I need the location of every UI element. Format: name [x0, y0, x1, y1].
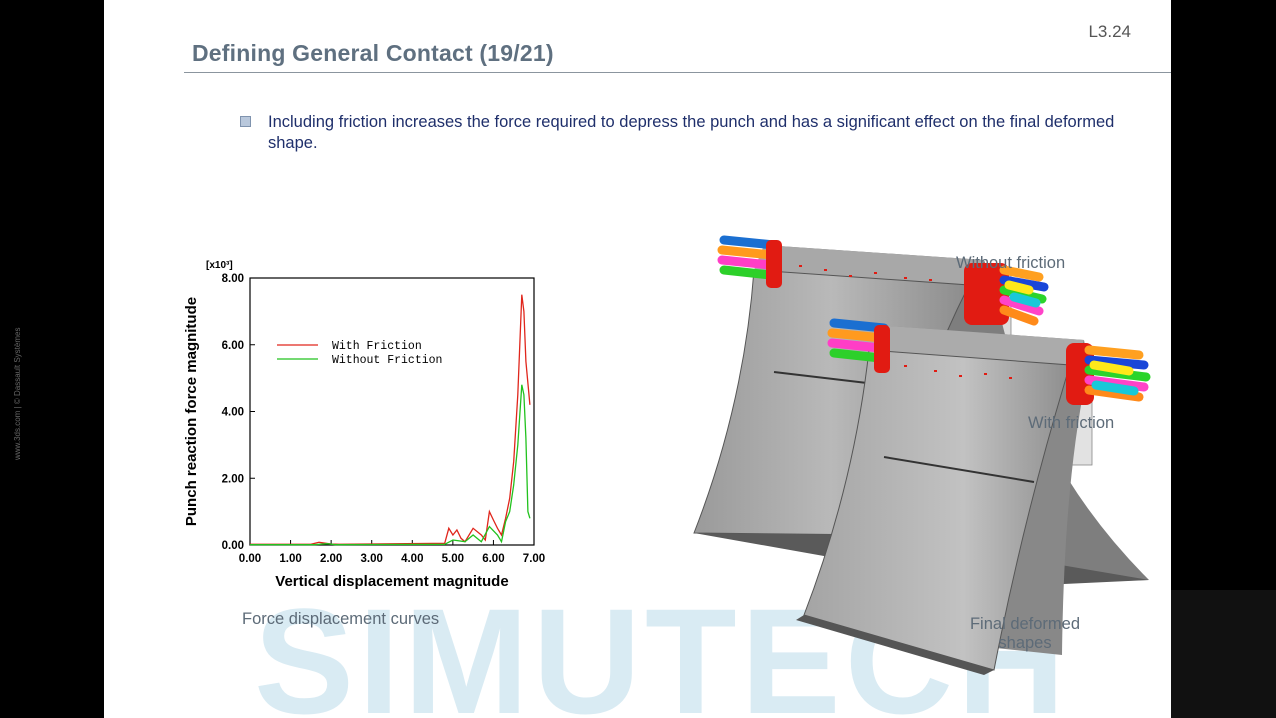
y-multiplier-label: [x10³]: [206, 260, 233, 271]
y-tick-label: 6.00: [222, 340, 244, 352]
slide-number: L3.24: [1088, 22, 1131, 41]
bullet-square-icon: [240, 116, 251, 127]
y-tick-label: 0.00: [222, 540, 244, 552]
caption-with-friction: With friction: [1028, 414, 1115, 432]
x-tick-label: 6.00: [482, 553, 504, 565]
force-displacement-chart: 0.00 1.00 2.00 3.00 4.00 5.00 6.00 7.00 0.00 2.00…: [183, 260, 545, 590]
x-tick-label: 3.00: [361, 553, 383, 565]
x-tick-label: 0.00: [239, 553, 261, 565]
x-tick-label: 4.00: [401, 553, 423, 565]
slide-title: Defining General Contact (19/21): [192, 40, 554, 66]
caption-final-shapes-line1: Final deformed: [969, 615, 1081, 633]
y-tick-label: 8.00: [222, 273, 244, 285]
title-divider: [184, 72, 1171, 73]
legend-label-1: With Friction: [332, 340, 422, 353]
caption-final-shapes: Final deformed shapes: [960, 615, 1090, 653]
y-tick-label: 4.00: [222, 407, 244, 419]
caption-force-curves: Force displacement curves: [242, 610, 440, 628]
bullet-text: Including friction increases the force r…: [268, 113, 1115, 152]
y-axis-label: Punch reaction force magnitude: [183, 297, 200, 526]
legend-label-2: Without Friction: [332, 354, 442, 367]
plot-frame: [249, 277, 535, 546]
x-tick-label: 1.00: [279, 553, 301, 565]
slide: SIMUTECH L3.24 Defining General Contact …: [104, 0, 1171, 718]
side-copyright: www.3ds.com | © Dassault Systèmes: [13, 327, 22, 460]
y-tick-label: 2.00: [222, 473, 244, 485]
right-strip: [1171, 590, 1276, 718]
x-tick-label: 5.00: [442, 553, 464, 565]
caption-final-shapes-line2: shapes: [998, 634, 1052, 652]
x-tick-label: 7.00: [523, 553, 545, 565]
caption-without-friction: Without friction: [956, 254, 1066, 272]
x-axis-label: Vertical displacement magnitude: [275, 573, 508, 590]
x-tick-label: 2.00: [320, 553, 342, 565]
